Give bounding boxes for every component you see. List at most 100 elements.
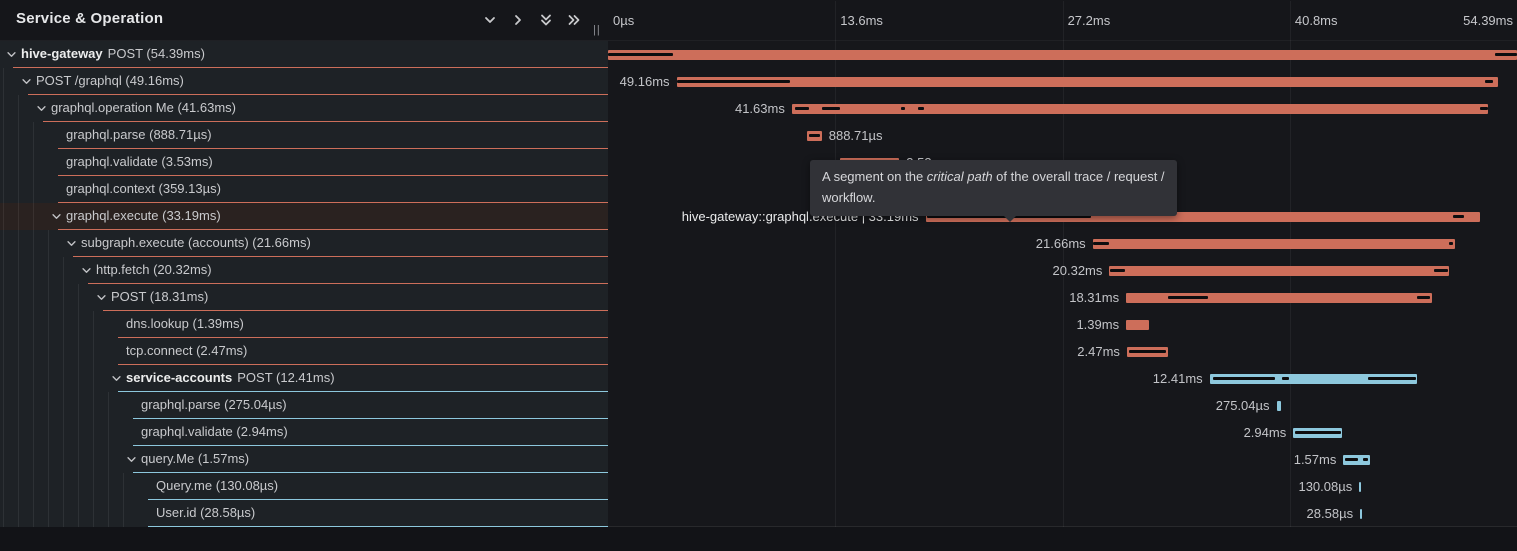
span-name-label: Query.me (130.08µs) <box>156 473 278 499</box>
critical-path-segment <box>1168 296 1208 299</box>
span-name-label: graphql.execute (33.19ms) <box>66 203 221 229</box>
double-chevron-right-icon[interactable] <box>566 12 582 28</box>
span-row-left[interactable]: tcp.connect (2.47ms) <box>0 338 608 365</box>
indent-guide <box>3 203 4 230</box>
span-row-left[interactable]: graphql.execute (33.19ms) <box>0 203 608 230</box>
chevron-down-icon[interactable] <box>6 49 17 60</box>
span-row-left[interactable]: graphql.operation Me (41.63ms) <box>0 95 608 122</box>
span-bar[interactable] <box>1277 401 1282 411</box>
span-row-timeline: 888.71µs <box>608 122 1517 149</box>
indent-guide <box>48 392 49 419</box>
span-row: graphql.context (359.13µs)359.13µs <box>0 176 1517 203</box>
indent-guide <box>123 500 124 527</box>
chevron-down-icon[interactable] <box>111 373 122 384</box>
span-name-label: graphql.parse (275.04µs) <box>141 392 287 418</box>
indent-guide <box>18 392 19 419</box>
chevron-down-icon[interactable] <box>482 12 498 28</box>
critical-path-segment <box>795 107 809 110</box>
span-row: graphql.execute (33.19ms)hive-gateway::g… <box>0 203 1517 230</box>
critical-path-segment <box>1110 269 1125 272</box>
span-duration-label: 2.94ms <box>1244 419 1287 446</box>
span-row-timeline: 20.32ms <box>608 257 1517 284</box>
indent-guide <box>3 419 4 446</box>
chevron-right-icon[interactable] <box>510 12 526 28</box>
indent-guide <box>78 473 79 500</box>
axis-tick-label: 27.2ms <box>1068 13 1111 28</box>
indent-guide <box>48 365 49 392</box>
span-name-label: User.id (28.58µs) <box>156 500 255 526</box>
double-chevron-down-icon[interactable] <box>538 12 554 28</box>
indent-guide <box>33 446 34 473</box>
critical-path-segment <box>1129 350 1167 353</box>
critical-path-segment <box>608 53 673 56</box>
chevron-down-icon[interactable] <box>21 76 32 87</box>
span-bar[interactable] <box>677 77 1499 87</box>
chevron-down-icon[interactable] <box>36 103 47 114</box>
span-row-left[interactable]: subgraph.execute (accounts) (21.66ms) <box>0 230 608 257</box>
indent-guide <box>3 95 4 122</box>
span-row-left[interactable]: query.Me (1.57ms) <box>0 446 608 473</box>
chevron-down-icon[interactable] <box>96 292 107 303</box>
chevron-down-icon[interactable] <box>66 238 77 249</box>
critical-path-segment <box>1480 107 1488 110</box>
critical-path-segment <box>1434 269 1448 272</box>
span-row-left[interactable]: graphql.parse (888.71µs) <box>0 122 608 149</box>
span-row-left[interactable]: graphql.parse (275.04µs) <box>0 392 608 419</box>
indent-guide <box>3 311 4 338</box>
indent-guide <box>33 122 34 149</box>
indent-guide <box>18 203 19 230</box>
indent-guide <box>78 500 79 527</box>
chevron-down-icon[interactable] <box>81 265 92 276</box>
indent-guide <box>33 149 34 176</box>
indent-guide <box>18 230 19 257</box>
span-bar[interactable] <box>1359 482 1361 492</box>
critical-path-segment <box>1449 242 1453 245</box>
span-row-timeline <box>608 41 1517 68</box>
span-row-left[interactable]: Query.me (130.08µs) <box>0 473 608 500</box>
span-row-left[interactable]: dns.lookup (1.39ms) <box>0 311 608 338</box>
span-bar[interactable] <box>1109 266 1449 276</box>
span-bar[interactable] <box>1126 320 1149 330</box>
span-row: service-accountsPOST (12.41ms)12.41ms <box>0 365 1517 392</box>
indent-guide <box>18 446 19 473</box>
indent-guide <box>78 338 79 365</box>
span-name-label: graphql.context (359.13µs) <box>66 176 221 202</box>
chevron-down-icon[interactable] <box>51 211 62 222</box>
indent-guide <box>18 365 19 392</box>
indent-guide <box>33 473 34 500</box>
span-row-left[interactable]: graphql.validate (3.53ms) <box>0 149 608 176</box>
indent-guide <box>18 311 19 338</box>
span-bar[interactable] <box>792 104 1488 114</box>
critical-path-segment <box>1213 377 1275 380</box>
span-row-timeline: 21.66ms <box>608 230 1517 257</box>
indent-guide <box>18 473 19 500</box>
indent-guide <box>63 419 64 446</box>
indent-guide <box>33 392 34 419</box>
indent-guide <box>3 365 4 392</box>
span-row-left[interactable]: hive-gatewayPOST (54.39ms) <box>0 41 608 68</box>
span-row-left[interactable]: graphql.context (359.13µs) <box>0 176 608 203</box>
indent-guide <box>33 230 34 257</box>
indent-guide <box>78 284 79 311</box>
span-row-left[interactable]: POST (18.31ms) <box>0 284 608 311</box>
span-duration-label: 1.39ms <box>1076 311 1119 338</box>
span-row-left[interactable]: service-accountsPOST (12.41ms) <box>0 365 608 392</box>
span-duration-label: 21.66ms <box>1036 230 1086 257</box>
span-bar[interactable] <box>608 50 1517 60</box>
span-row-timeline: 1.57ms <box>608 446 1517 473</box>
chevron-down-icon[interactable] <box>126 454 137 465</box>
span-bar[interactable] <box>1360 509 1362 519</box>
span-row-left[interactable]: User.id (28.58µs) <box>0 500 608 527</box>
span-duration-label: 20.32ms <box>1053 257 1103 284</box>
indent-guide <box>63 257 64 284</box>
critical-path-segment <box>677 80 791 83</box>
span-row-left[interactable]: POST /graphql (49.16ms) <box>0 68 608 95</box>
span-row-left[interactable]: http.fetch (20.32ms) <box>0 257 608 284</box>
span-row: http.fetch (20.32ms) 20.32ms <box>0 257 1517 284</box>
indent-guide <box>3 500 4 527</box>
panel-resize-handle[interactable]: || <box>593 24 601 36</box>
span-row-left[interactable]: graphql.validate (2.94ms) <box>0 419 608 446</box>
critical-path-segment <box>1453 215 1464 218</box>
span-bar[interactable] <box>1093 239 1455 249</box>
indent-guide <box>63 446 64 473</box>
